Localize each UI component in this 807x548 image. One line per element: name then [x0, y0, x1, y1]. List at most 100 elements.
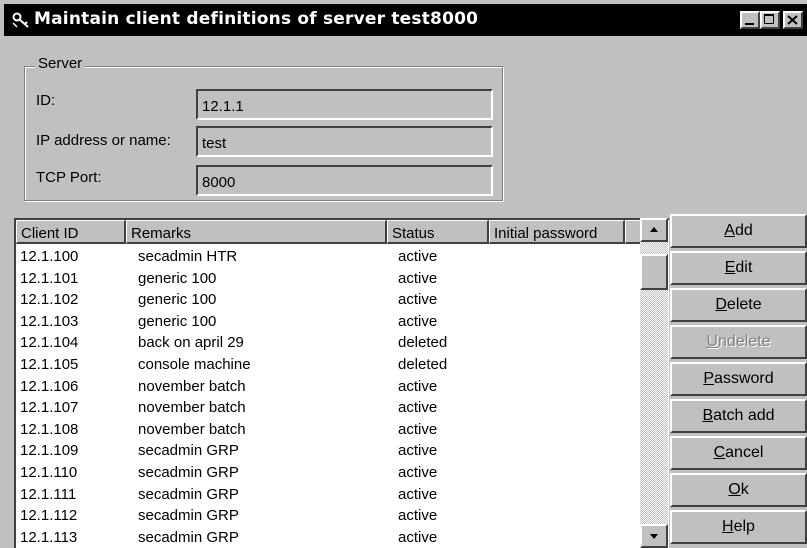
server-id-field[interactable]: 12.1.1: [196, 89, 493, 120]
help-button-mnemonic: H: [722, 518, 734, 535]
add-button-mnemonic: A: [724, 222, 735, 239]
status-cell: active: [398, 442, 438, 460]
help-button-label: elp: [733, 518, 755, 535]
table-row[interactable]: 12.1.113 secadmin GRP active: [16, 527, 638, 548]
key-icon[interactable]: [12, 11, 32, 29]
table-row[interactable]: 12.1.102 generic 100 active: [16, 289, 638, 311]
ok-button[interactable]: Ok: [670, 473, 807, 507]
client-id-cell: 12.1.113: [20, 528, 78, 546]
table-row[interactable]: 12.1.106 november batch active: [16, 376, 638, 398]
scroll-up-button[interactable]: [640, 218, 668, 242]
remarks-cell: secadmin HTR: [138, 248, 238, 265]
client-rows: 12.1.100 secadmin HTR active 12.1.101 ge…: [16, 246, 638, 548]
scroll-down-button[interactable]: [640, 524, 668, 548]
table-row[interactable]: 12.1.101 generic 100 active: [16, 268, 638, 290]
status-cell: active: [398, 248, 438, 265]
table-row[interactable]: 12.1.103 generic 100 active: [16, 311, 638, 333]
column-header-remarks[interactable]: Remarks: [126, 220, 387, 244]
table-row[interactable]: 12.1.107 november batch active: [16, 397, 638, 419]
client-id-cell: 12.1.106: [20, 377, 79, 395]
undelete-button-label: ndelete: [718, 333, 771, 350]
add-button[interactable]: Add: [670, 214, 807, 248]
client-id-cell: 12.1.100: [20, 248, 79, 265]
remarks-cell: november batch: [138, 377, 246, 395]
ok-button-label: k: [740, 481, 749, 498]
column-header-client-id[interactable]: Client ID: [16, 220, 126, 244]
minimize-button[interactable]: [740, 11, 760, 29]
tcp-port-label: TCP Port:: [36, 169, 102, 186]
client-id-cell: 12.1.105: [20, 355, 79, 373]
ok-button-mnemonic: O: [728, 481, 741, 498]
password-button-mnemonic: P: [703, 370, 715, 387]
client-id-cell: 12.1.110: [20, 463, 78, 481]
client-id-cell: 12.1.104: [20, 334, 79, 352]
undelete-button-mnemonic: U: [706, 333, 719, 350]
client-id-cell: 12.1.111: [20, 485, 77, 503]
status-cell: active: [398, 528, 438, 546]
status-cell: active: [398, 269, 438, 287]
status-cell: active: [398, 507, 438, 525]
delete-button-label: elete: [726, 296, 762, 313]
status-cell: active: [398, 291, 438, 309]
remarks-cell: november batch: [138, 399, 246, 417]
table-row[interactable]: 12.1.110 secadmin GRP active: [16, 462, 638, 484]
remarks-cell: secadmin GRP: [138, 507, 239, 525]
table-row[interactable]: 12.1.109 secadmin GRP active: [16, 440, 638, 462]
edit-button-label: dit: [735, 259, 753, 276]
client-id-cell: 12.1.101: [20, 269, 79, 287]
client-id-cell: 12.1.102: [20, 291, 79, 309]
table-row[interactable]: 12.1.108 november batch active: [16, 419, 638, 441]
table-row[interactable]: 12.1.100 secadmin HTR active: [16, 246, 638, 268]
status-cell: active: [398, 312, 438, 330]
batch-add-button[interactable]: Batch add: [670, 399, 807, 433]
remarks-cell: console machine: [138, 355, 251, 373]
edit-button[interactable]: Edit: [670, 251, 807, 285]
status-cell: active: [398, 463, 438, 481]
dialog-window: Maintain client definitions of server te…: [0, 0, 807, 548]
status-cell: active: [398, 485, 438, 503]
vertical-scrollbar[interactable]: [640, 218, 668, 548]
client-list[interactable]: Client ID Remarks Status Initial passwor…: [14, 218, 669, 548]
scroll-thumb[interactable]: [640, 254, 668, 291]
ip-label: IP address or name:: [36, 132, 171, 149]
cancel-button-mnemonic: C: [713, 444, 726, 461]
column-header-status[interactable]: Status: [387, 220, 489, 244]
undelete-button[interactable]: Undelete: [670, 325, 807, 359]
table-row[interactable]: 12.1.111 secadmin GRP active: [16, 484, 638, 506]
batch-add-button-label: atch add: [713, 407, 775, 424]
password-button[interactable]: Password: [670, 362, 807, 396]
edit-button-mnemonic: E: [724, 259, 736, 276]
window-title: Maintain client definitions of server te…: [34, 9, 479, 29]
arrow-down-icon: [650, 534, 658, 539]
remarks-cell: secadmin GRP: [138, 528, 239, 546]
cancel-button-label: ancel: [725, 444, 764, 461]
status-cell: active: [398, 420, 438, 438]
remarks-cell: generic 100: [138, 312, 217, 330]
table-row[interactable]: 12.1.105 console machine deleted: [16, 354, 638, 376]
remarks-cell: november batch: [138, 420, 246, 438]
status-cell: deleted: [398, 355, 448, 373]
delete-button[interactable]: Delete: [670, 288, 807, 322]
table-row[interactable]: 12.1.104 back on april 29 deleted: [16, 332, 638, 354]
remarks-cell: secadmin GRP: [138, 485, 239, 503]
remarks-cell: secadmin GRP: [138, 442, 239, 460]
arrow-up-icon: [650, 227, 658, 232]
column-header-initial-password[interactable]: Initial password: [489, 220, 625, 244]
tcp-port-field[interactable]: 8000: [196, 165, 493, 196]
help-button[interactable]: Help: [670, 510, 807, 544]
table-row[interactable]: 12.1.112 secadmin GRP active: [16, 505, 638, 527]
server-group-legend: Server: [35, 55, 86, 72]
title-bar[interactable]: Maintain client definitions of server te…: [4, 4, 807, 36]
remarks-cell: generic 100: [138, 269, 217, 287]
password-button-label: assword: [714, 370, 774, 387]
close-button[interactable]: [783, 11, 803, 29]
maximize-button[interactable]: [760, 11, 780, 29]
ip-address-field[interactable]: test: [196, 126, 493, 157]
client-id-cell: 12.1.108: [20, 420, 79, 438]
remarks-cell: generic 100: [138, 291, 217, 309]
remarks-cell: back on april 29: [138, 334, 244, 352]
id-label: ID:: [36, 92, 56, 109]
cancel-button[interactable]: Cancel: [670, 436, 807, 470]
status-cell: deleted: [398, 334, 448, 352]
batch-add-button-mnemonic: B: [702, 407, 714, 424]
